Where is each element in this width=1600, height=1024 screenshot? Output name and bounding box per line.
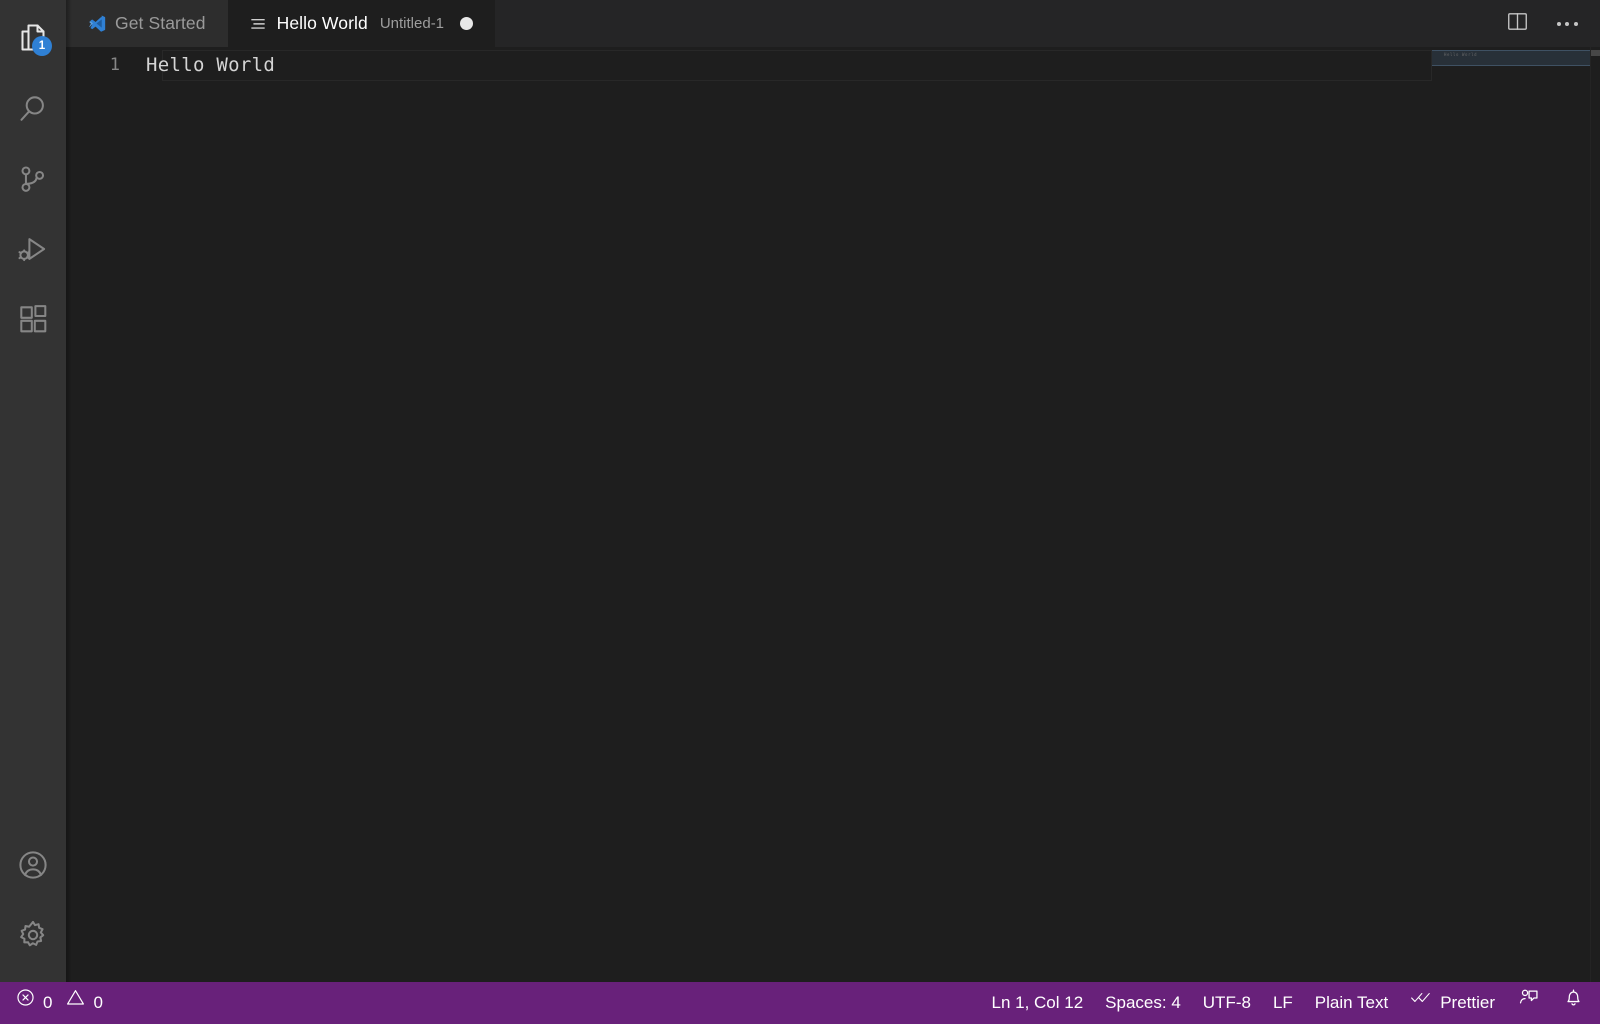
explorer-badge: 1: [32, 36, 52, 56]
status-bar-right: Ln 1, Col 12 Spaces: 4 UTF-8 LF Plain Te…: [980, 982, 1596, 1024]
editor-scrollbar[interactable]: [1590, 47, 1600, 982]
feedback-icon: [1517, 982, 1540, 1024]
editor-tab-bar: Get Started Hello World Untitled-1: [66, 0, 1600, 47]
status-label: Spaces: 4: [1105, 982, 1181, 1024]
activity-bar-item-run-debug[interactable]: [0, 214, 66, 284]
code-line: 1 Hello World: [66, 51, 1600, 80]
tab-dirty-indicator[interactable]: [460, 17, 473, 30]
split-editor-button[interactable]: [1502, 9, 1532, 39]
activity-bar: 1: [0, 0, 66, 982]
tab-label: Hello World: [277, 13, 368, 34]
status-label: Prettier: [1440, 982, 1495, 1024]
activity-bar-item-search[interactable]: [0, 74, 66, 144]
error-icon: [15, 982, 36, 1024]
tab-hello-world[interactable]: Hello World Untitled-1: [228, 0, 495, 47]
warning-icon: [65, 982, 86, 1024]
activity-bar-item-extensions[interactable]: [0, 284, 66, 354]
workbench-body: 1: [0, 0, 1600, 982]
check-all-icon: [1410, 982, 1433, 1024]
minimap[interactable]: Hello World: [1432, 47, 1590, 982]
vscode-window: 1: [0, 0, 1600, 1024]
status-label: Ln 1, Col 12: [991, 982, 1083, 1024]
tab-label: Get Started: [115, 13, 206, 34]
activity-bar-bottom-group: [0, 830, 66, 982]
tab-description: Untitled-1: [380, 15, 444, 32]
code-line-text[interactable]: Hello World: [146, 51, 1600, 80]
status-editor-language[interactable]: Plain Text: [1304, 982, 1399, 1024]
status-editor-indentation[interactable]: Spaces: 4: [1094, 982, 1192, 1024]
minimap-text: Hello World: [1444, 52, 1477, 57]
code-editor[interactable]: 1 Hello World Hello World: [66, 47, 1600, 982]
plaintext-file-icon: [248, 14, 268, 34]
warning-count: 0: [93, 982, 102, 1024]
activity-bar-item-explorer[interactable]: 1: [0, 4, 66, 74]
activity-bar-top-group: 1: [0, 0, 66, 354]
search-icon: [15, 91, 51, 127]
status-prettier[interactable]: Prettier: [1399, 982, 1506, 1024]
status-editor-position[interactable]: Ln 1, Col 12: [980, 982, 1094, 1024]
editor-group: Get Started Hello World Untitled-1: [66, 0, 1600, 982]
editor-tabs: Get Started Hello World Untitled-1: [66, 0, 495, 47]
status-label: Plain Text: [1315, 982, 1388, 1024]
extensions-icon: [15, 301, 51, 337]
status-editor-eol[interactable]: LF: [1262, 982, 1304, 1024]
status-label: LF: [1273, 982, 1293, 1024]
gear-icon: [15, 917, 51, 953]
status-editor-encoding[interactable]: UTF-8: [1192, 982, 1262, 1024]
scrollbar-thumb[interactable]: [1591, 50, 1600, 56]
activity-bar-item-manage[interactable]: [0, 900, 66, 970]
error-count: 0: [43, 982, 52, 1024]
editor-actions: [1502, 0, 1600, 47]
activity-bar-item-accounts[interactable]: [0, 830, 66, 900]
status-problems[interactable]: 0 0: [4, 982, 114, 1024]
run-debug-icon: [15, 231, 51, 267]
vscode-logo-icon: [86, 14, 106, 34]
status-bar-left: 0 0: [4, 982, 114, 1024]
tab-get-started[interactable]: Get Started: [66, 0, 228, 47]
tab-bar-filler: [495, 0, 1502, 47]
source-control-icon: [15, 161, 51, 197]
status-label: UTF-8: [1203, 982, 1251, 1024]
account-icon: [15, 847, 51, 883]
line-number: 1: [66, 51, 146, 80]
split-editor-icon: [1505, 9, 1530, 39]
activity-bar-item-source-control[interactable]: [0, 144, 66, 214]
bell-icon: [1562, 982, 1585, 1024]
ellipsis-icon: [1557, 22, 1578, 26]
status-bar: 0 0 Ln 1, Col 12 Spaces: 4 UTF-8 LF: [0, 982, 1600, 1024]
status-notifications[interactable]: [1551, 982, 1596, 1024]
status-feedback[interactable]: [1506, 982, 1551, 1024]
more-actions-button[interactable]: [1552, 9, 1582, 39]
